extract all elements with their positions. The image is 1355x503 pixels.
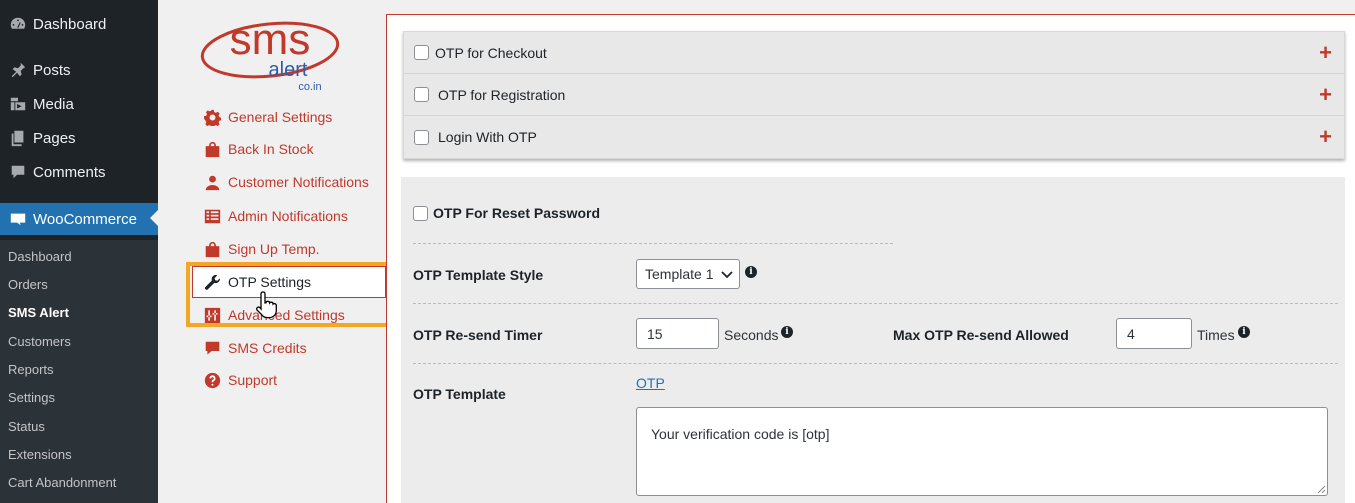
nav-sign-up-temp[interactable]: Sign Up Temp. xyxy=(204,238,320,260)
nav-customer-notifications[interactable]: Customer Notifications xyxy=(204,171,369,193)
otp-accordion: OTP for Checkout + OTP for Registration … xyxy=(403,31,1345,159)
max-resend-input[interactable]: 4 xyxy=(1116,318,1192,349)
template-style-select[interactable]: Template 1 xyxy=(636,259,740,289)
submenu-customers[interactable]: Customers xyxy=(8,334,71,349)
submenu-dashboard[interactable]: Dashboard xyxy=(8,249,72,264)
sms-alert-logo[interactable]: sms alert co.in xyxy=(200,10,340,92)
plus-icon[interactable]: + xyxy=(1319,83,1332,106)
checkbox[interactable] xyxy=(414,129,429,145)
comment-icon xyxy=(0,163,33,181)
accordion-otp-registration[interactable]: OTP for Registration + xyxy=(404,74,1344,116)
submenu-status[interactable]: Status xyxy=(8,419,45,434)
submenu-sms-alert[interactable]: SMS Alert xyxy=(8,305,69,320)
wp-menu-label: Media xyxy=(33,95,74,113)
submenu-orders[interactable]: Orders xyxy=(8,277,48,292)
nav-label: General Settings xyxy=(228,109,333,125)
nav-label: Admin Notifications xyxy=(228,208,348,224)
wp-menu-label: Posts xyxy=(33,61,71,79)
resend-timer-label: OTP Re-send Timer xyxy=(413,327,543,343)
select-value: Template 1 xyxy=(645,266,714,282)
reset-password-option[interactable]: OTP For Reset Password xyxy=(413,205,600,221)
nav-support[interactable]: Support xyxy=(204,369,277,391)
chevron-down-icon xyxy=(721,271,733,279)
nav-label: Customer Notifications xyxy=(228,174,369,190)
checkbox[interactable] xyxy=(414,87,429,102)
resize-handle-icon[interactable] xyxy=(1317,485,1325,493)
accordion-label: OTP for Registration xyxy=(438,86,566,103)
wp-menu-dashboard[interactable]: Dashboard xyxy=(0,9,158,39)
user-icon xyxy=(204,174,228,191)
nav-label: Sign Up Temp. xyxy=(228,241,320,257)
plus-icon[interactable]: + xyxy=(1319,41,1332,64)
divider xyxy=(413,363,1338,364)
accordion-label: Login With OTP xyxy=(438,129,537,145)
max-resend-label: Max OTP Re-send Allowed xyxy=(893,327,1069,343)
accordion-label: OTP for Checkout xyxy=(435,44,547,61)
nav-general-settings[interactable]: General Settings xyxy=(204,106,332,128)
plugin-nav: sms alert co.in General Settings Back In… xyxy=(158,0,386,503)
reset-password-label: OTP For Reset Password xyxy=(433,205,601,221)
bag-icon xyxy=(204,241,228,258)
accordion-login-with-otp[interactable]: Login With OTP + xyxy=(404,116,1344,158)
dashboard-icon xyxy=(0,15,33,33)
otp-template-label: OTP Template xyxy=(413,386,506,402)
textarea-value: Your verification code is [otp] xyxy=(651,426,830,442)
info-icon[interactable]: i xyxy=(1238,326,1250,338)
resend-timer-unit: Seconds xyxy=(724,327,779,343)
plus-icon[interactable]: + xyxy=(1319,126,1332,148)
wp-menu-media[interactable]: Media xyxy=(0,89,158,119)
woo-icon xyxy=(0,210,33,228)
otp-token-link[interactable]: OTP xyxy=(636,375,665,391)
divider xyxy=(413,303,1338,304)
wp-admin-sidebar: Dashboard Posts Media Pages Comments Woo… xyxy=(0,0,158,503)
nav-sms-credits[interactable]: SMS Credits xyxy=(204,337,307,359)
wp-menu-pages[interactable]: Pages xyxy=(0,123,158,153)
wp-menu-label: Comments xyxy=(33,163,106,181)
checkbox[interactable] xyxy=(413,205,428,221)
logo-domain-text: co.in xyxy=(298,81,321,92)
template-style-label: OTP Template Style xyxy=(413,267,544,283)
info-icon[interactable]: i xyxy=(745,266,757,278)
bag-icon xyxy=(204,141,228,158)
resend-timer-input[interactable]: 15 xyxy=(636,318,719,349)
list-icon xyxy=(204,208,228,225)
checkbox[interactable] xyxy=(414,45,429,60)
nav-label: Support xyxy=(228,372,278,388)
divider xyxy=(413,243,893,244)
otp-settings-form: OTP For Reset Password OTP Template Styl… xyxy=(401,177,1345,503)
wp-menu-posts[interactable]: Posts xyxy=(0,55,158,85)
highlight-frame xyxy=(186,262,390,327)
wp-menu-label: Pages xyxy=(33,129,76,147)
submenu-extensions[interactable]: Extensions xyxy=(8,447,72,462)
nav-label: SMS Credits xyxy=(228,340,307,356)
logo-main-text: sms xyxy=(230,15,311,64)
comment-icon xyxy=(204,340,228,357)
question-icon xyxy=(204,372,228,389)
max-resend-unit: Times xyxy=(1197,327,1235,343)
submenu-settings[interactable]: Settings xyxy=(8,390,55,405)
wp-menu-label: Dashboard xyxy=(33,15,107,33)
pages-icon xyxy=(0,129,33,147)
nav-back-in-stock[interactable]: Back In Stock xyxy=(204,138,314,160)
media-icon xyxy=(0,95,33,113)
wp-menu-woocommerce[interactable]: WooCommerce xyxy=(0,203,158,235)
info-icon[interactable]: i xyxy=(781,326,793,338)
wp-menu-label: WooCommerce xyxy=(33,210,137,228)
pin-icon xyxy=(0,61,33,79)
submenu-reports[interactable]: Reports xyxy=(8,362,54,377)
woocommerce-submenu: Dashboard Orders SMS Alert Customers Rep… xyxy=(0,240,158,503)
nav-label: Back In Stock xyxy=(228,141,314,157)
otp-template-textarea[interactable]: Your verification code is [otp] xyxy=(636,407,1328,496)
otp-settings-panel: OTP for Checkout + OTP for Registration … xyxy=(386,14,1355,503)
logo-sub-text: alert xyxy=(269,59,308,81)
accordion-otp-checkout[interactable]: OTP for Checkout + xyxy=(404,32,1344,74)
hand-cursor-icon xyxy=(256,291,277,319)
wp-menu-comments[interactable]: Comments xyxy=(0,157,158,187)
nav-admin-notifications[interactable]: Admin Notifications xyxy=(204,205,348,227)
submenu-cart-abandonment[interactable]: Cart Abandonment xyxy=(8,475,116,490)
gear-icon xyxy=(204,109,228,126)
